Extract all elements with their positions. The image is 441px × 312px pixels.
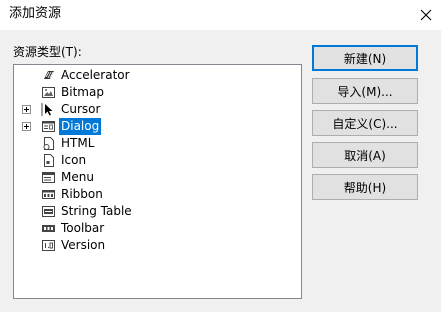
html-icon [41, 136, 56, 151]
new-button[interactable]: 新建(N) [312, 45, 418, 71]
tree-item-label: Icon [61, 153, 87, 167]
tree-item-label: Version [61, 238, 106, 252]
tree-item-version[interactable]: Version [14, 237, 214, 254]
resource-type-tree[interactable]: Accelerator Bitmap Cursor Dialog HTML Ic… [13, 64, 302, 299]
tree-item-ribbon[interactable]: Ribbon [14, 186, 214, 203]
cancel-button[interactable]: 取消(A) [312, 142, 418, 168]
tree-item-bitmap[interactable]: Bitmap [14, 84, 214, 101]
tree-item-label: HTML [61, 136, 95, 150]
icon-resource-icon [41, 153, 56, 168]
version-icon [41, 238, 56, 253]
tree-item-cursor[interactable]: Cursor [14, 101, 214, 118]
ribbon-icon [41, 187, 56, 202]
tree-item-label: Cursor [61, 102, 101, 116]
tree-item-label: Ribbon [61, 187, 103, 201]
tree-item-label: Bitmap [61, 85, 104, 99]
toolbar-icon [41, 221, 56, 236]
close-button[interactable] [411, 0, 441, 30]
tree-item-html[interactable]: HTML [14, 135, 214, 152]
resource-type-label: 资源类型(T): [13, 45, 82, 59]
title-bar: 添加资源 [0, 0, 441, 30]
tree-item-menu[interactable]: Menu [14, 169, 214, 186]
custom-button[interactable]: 自定义(C)... [312, 110, 418, 136]
import-button[interactable]: 导入(M)... [312, 78, 418, 104]
window-title: 添加资源 [9, 6, 62, 21]
tree-item-label: Menu [61, 170, 94, 184]
tree-item-dialog[interactable]: Dialog [14, 118, 214, 135]
dialog-icon [41, 119, 56, 134]
menu-icon [41, 170, 56, 185]
string-table-icon [41, 204, 56, 219]
accelerator-icon [41, 68, 56, 83]
add-resource-dialog: 添加资源 资源类型(T): Accelerator Bitmap Cursor … [0, 0, 441, 312]
expand-icon[interactable] [22, 122, 31, 131]
close-icon [420, 9, 432, 21]
tree-item-label: String Table [61, 204, 132, 218]
tree-item-accelerator[interactable]: Accelerator [14, 67, 214, 84]
expand-icon[interactable] [22, 105, 31, 114]
tree-item-string-table[interactable]: String Table [14, 203, 214, 220]
bitmap-icon [41, 85, 56, 100]
tree-item-label: Toolbar [61, 221, 105, 235]
cursor-icon [41, 102, 56, 117]
help-button[interactable]: 帮助(H) [312, 174, 418, 200]
tree-item-label: Dialog [59, 118, 102, 135]
tree-item-toolbar[interactable]: Toolbar [14, 220, 214, 237]
tree-item-icon[interactable]: Icon [14, 152, 214, 169]
tree-item-label: Accelerator [61, 68, 130, 82]
